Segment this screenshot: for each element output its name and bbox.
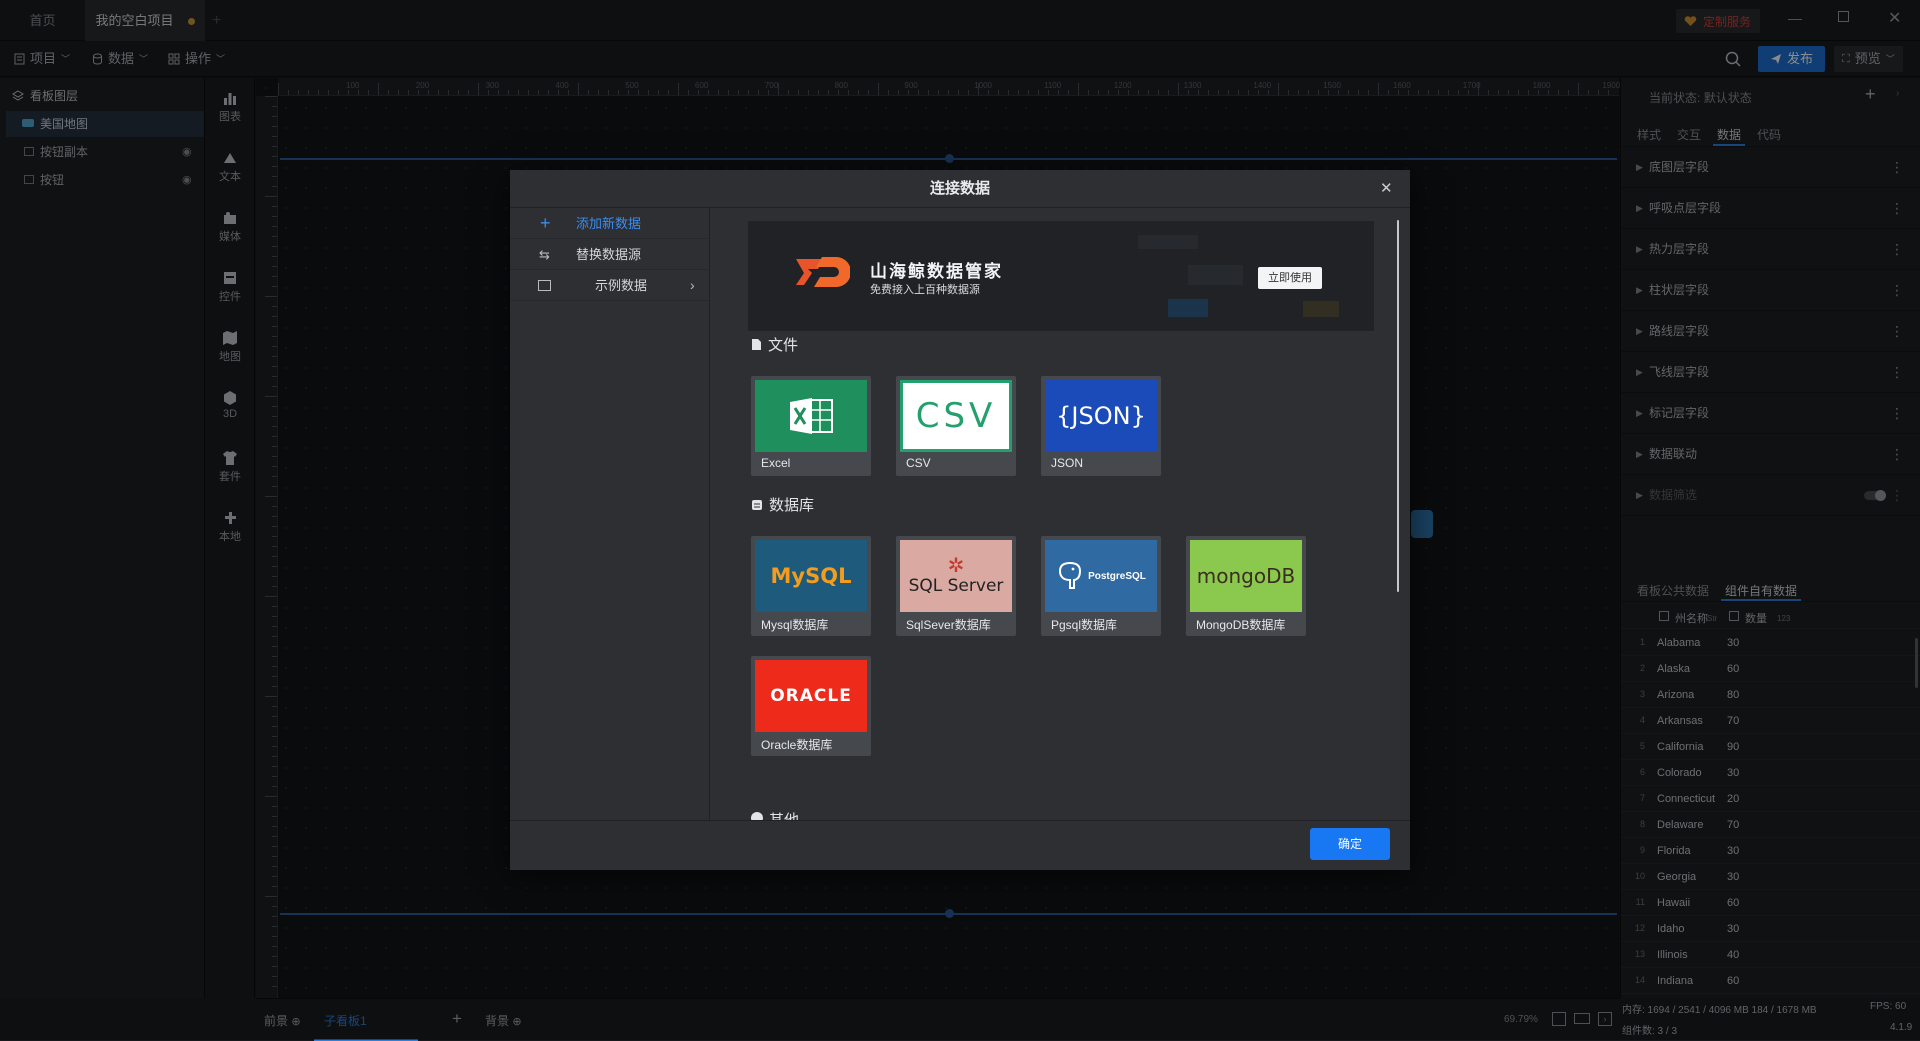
- card-label: Mysql数据库: [761, 618, 829, 632]
- card-label: Pgsql数据库: [1051, 618, 1118, 632]
- promo-banner[interactable]: 山海鲸数据管家 免费接入上百种数据源 立即使用: [748, 221, 1374, 331]
- sqlserver-logo-text: SQL Server: [908, 576, 1004, 596]
- json-card[interactable]: {JSON} JSON: [1041, 376, 1161, 476]
- excel-logo: [755, 380, 867, 452]
- sqlserver-emblem-icon: ✲: [947, 555, 965, 577]
- use-now-button[interactable]: 立即使用: [1258, 267, 1322, 289]
- oracle-card[interactable]: ORACLE Oracle数据库: [751, 656, 871, 756]
- mysql-logo-text: MySQL: [770, 564, 852, 588]
- csv-logo: CSV: [900, 380, 1012, 452]
- connect-data-dialog: 连接数据 ✕ + 添加新数据 ⇆ 替换数据源 示例数据 › 山海鲸数据管家 免费…: [510, 170, 1410, 870]
- decorative-logo-tile: [1168, 299, 1208, 317]
- table-icon: [538, 280, 551, 291]
- card-label: Excel: [761, 456, 791, 470]
- section-label: 其他: [769, 809, 799, 820]
- banner-title: 山海鲸数据管家: [870, 262, 1003, 281]
- csv-logo-text: CSV: [915, 396, 997, 436]
- sqlserver-logo: ✲ SQL Server: [900, 540, 1012, 612]
- sqlserver-card[interactable]: ✲ SQL Server SqlSever数据库: [896, 536, 1016, 636]
- json-logo-text: {JSON}: [1056, 402, 1146, 430]
- sample-data-item[interactable]: 示例数据 ›: [510, 270, 709, 301]
- oracle-logo: ORACLE: [755, 660, 867, 732]
- side-item-label: 添加新数据: [576, 216, 642, 231]
- confirm-button[interactable]: 确定: [1310, 828, 1390, 860]
- oracle-logo-text: ORACLE: [770, 686, 852, 706]
- other-icon: [751, 812, 763, 820]
- mongodb-logo: mongoDB: [1190, 540, 1302, 612]
- brand-logo: [796, 257, 850, 287]
- side-item-label: 示例数据: [595, 278, 648, 293]
- dialog-content: 山海鲸数据管家 免费接入上百种数据源 立即使用 文件 Excel CSV CSV: [711, 208, 1410, 820]
- file-icon: [752, 339, 761, 350]
- card-label: SqlSever数据库: [906, 618, 991, 632]
- json-logo: {JSON}: [1045, 380, 1157, 452]
- excel-icon: [790, 398, 833, 434]
- excel-card[interactable]: Excel: [751, 376, 871, 476]
- csv-card[interactable]: CSV CSV: [896, 376, 1016, 476]
- mongodb-logo-text: mongoDB: [1196, 564, 1296, 588]
- dialog-title: 连接数据: [929, 180, 990, 197]
- dialog-header: 连接数据 ✕: [510, 170, 1410, 208]
- card-label: MongoDB数据库: [1196, 618, 1286, 632]
- dialog-sidebar: + 添加新数据 ⇆ 替换数据源 示例数据 ›: [510, 208, 710, 820]
- card-label: JSON: [1051, 456, 1084, 470]
- database-icon: [752, 499, 762, 510]
- elephant-icon: [1059, 561, 1082, 589]
- mysql-card[interactable]: MySQL Mysql数据库: [751, 536, 871, 636]
- database-section-title: 数据库: [751, 494, 814, 515]
- add-new-data-item[interactable]: + 添加新数据: [510, 208, 709, 239]
- swap-icon: ⇆: [539, 247, 550, 262]
- file-section-title: 文件: [751, 334, 798, 355]
- section-label: 文件: [768, 337, 799, 354]
- banner-subtitle: 免费接入上百种数据源: [870, 284, 980, 296]
- other-section-title: 其他: [751, 809, 799, 820]
- postgres-logo: PostgreSQL: [1045, 540, 1157, 612]
- dialog-footer: 确定: [510, 820, 1410, 870]
- mysql-logo: MySQL: [755, 540, 867, 612]
- pgsql-card[interactable]: PostgreSQL Pgsql数据库: [1041, 536, 1161, 636]
- card-label: CSV: [906, 456, 931, 470]
- postgres-logo-text: PostgreSQL: [1088, 570, 1146, 582]
- mongodb-card[interactable]: mongoDB MongoDB数据库: [1186, 536, 1306, 636]
- replace-data-source-item[interactable]: ⇆ 替换数据源: [510, 239, 709, 270]
- decorative-logo-tile: [1188, 265, 1243, 285]
- content-scrollbar[interactable]: [1397, 220, 1399, 592]
- close-icon[interactable]: ✕: [1380, 170, 1393, 208]
- decorative-logo-tile: [1138, 235, 1198, 249]
- decorative-logo-tile: [1303, 301, 1339, 317]
- section-label: 数据库: [769, 497, 815, 514]
- plus-icon: +: [540, 213, 551, 233]
- chevron-right-icon: ›: [690, 277, 695, 293]
- side-item-label: 替换数据源: [576, 247, 642, 262]
- card-label: Oracle数据库: [761, 738, 833, 752]
